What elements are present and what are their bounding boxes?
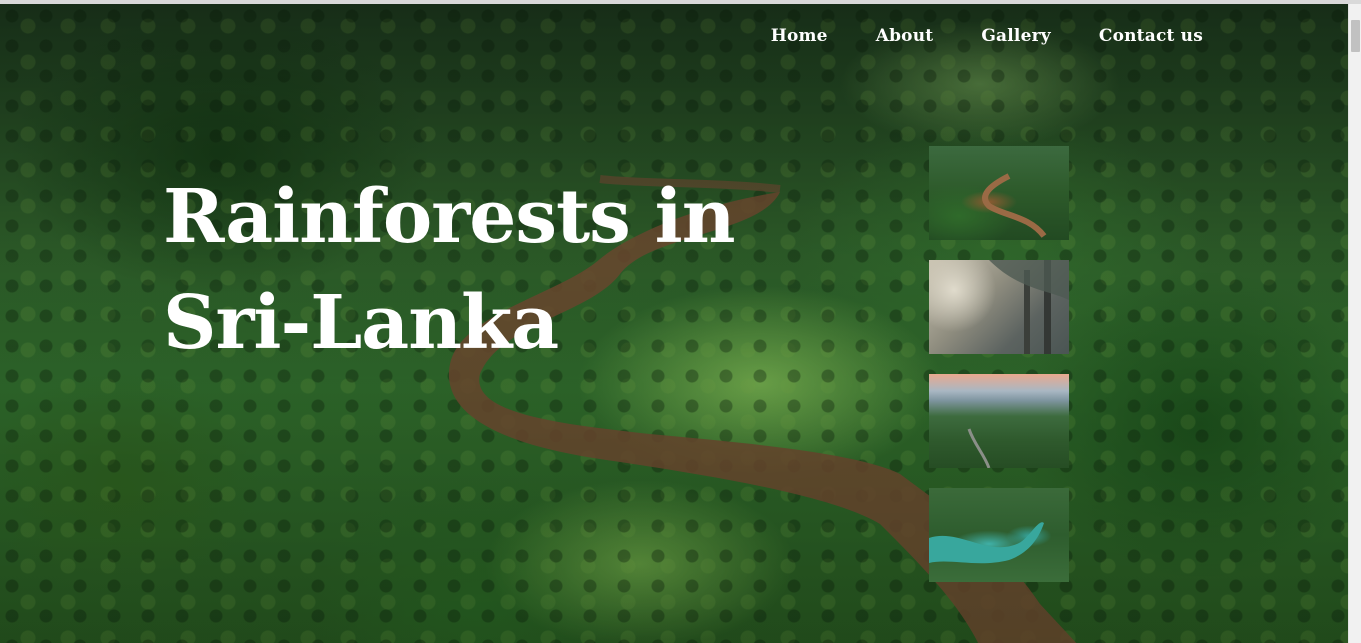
gallery-thumbnail-sunlight[interactable]: [929, 260, 1069, 354]
main-nav: Home About Gallery Contact us: [747, 26, 1227, 46]
gallery-thumbnail-lake[interactable]: [929, 488, 1069, 582]
browser-viewport: Home About Gallery Contact us Rainforest…: [0, 0, 1361, 643]
page-title: Rainforests in Sri-Lanka: [163, 174, 736, 366]
gallery-thumbnail-misty-forest[interactable]: [929, 374, 1069, 468]
misty-thumbnail-art: [967, 428, 991, 468]
nav-link-contact[interactable]: Contact us: [1075, 26, 1227, 46]
scrollbar-thumb[interactable]: [1351, 20, 1360, 52]
nav-link-about[interactable]: About: [852, 26, 958, 46]
page-scrollbar[interactable]: [1348, 4, 1361, 643]
trees-thumbnail-art: [989, 260, 1069, 354]
nav-link-home[interactable]: Home: [747, 26, 852, 46]
thumbnail-gallery: [929, 146, 1069, 602]
gallery-thumbnail-river[interactable]: [929, 146, 1069, 240]
nav-link-gallery[interactable]: Gallery: [957, 26, 1075, 46]
lake-thumbnail-art: [929, 522, 1044, 564]
river-thumbnail-art: [982, 173, 1047, 238]
